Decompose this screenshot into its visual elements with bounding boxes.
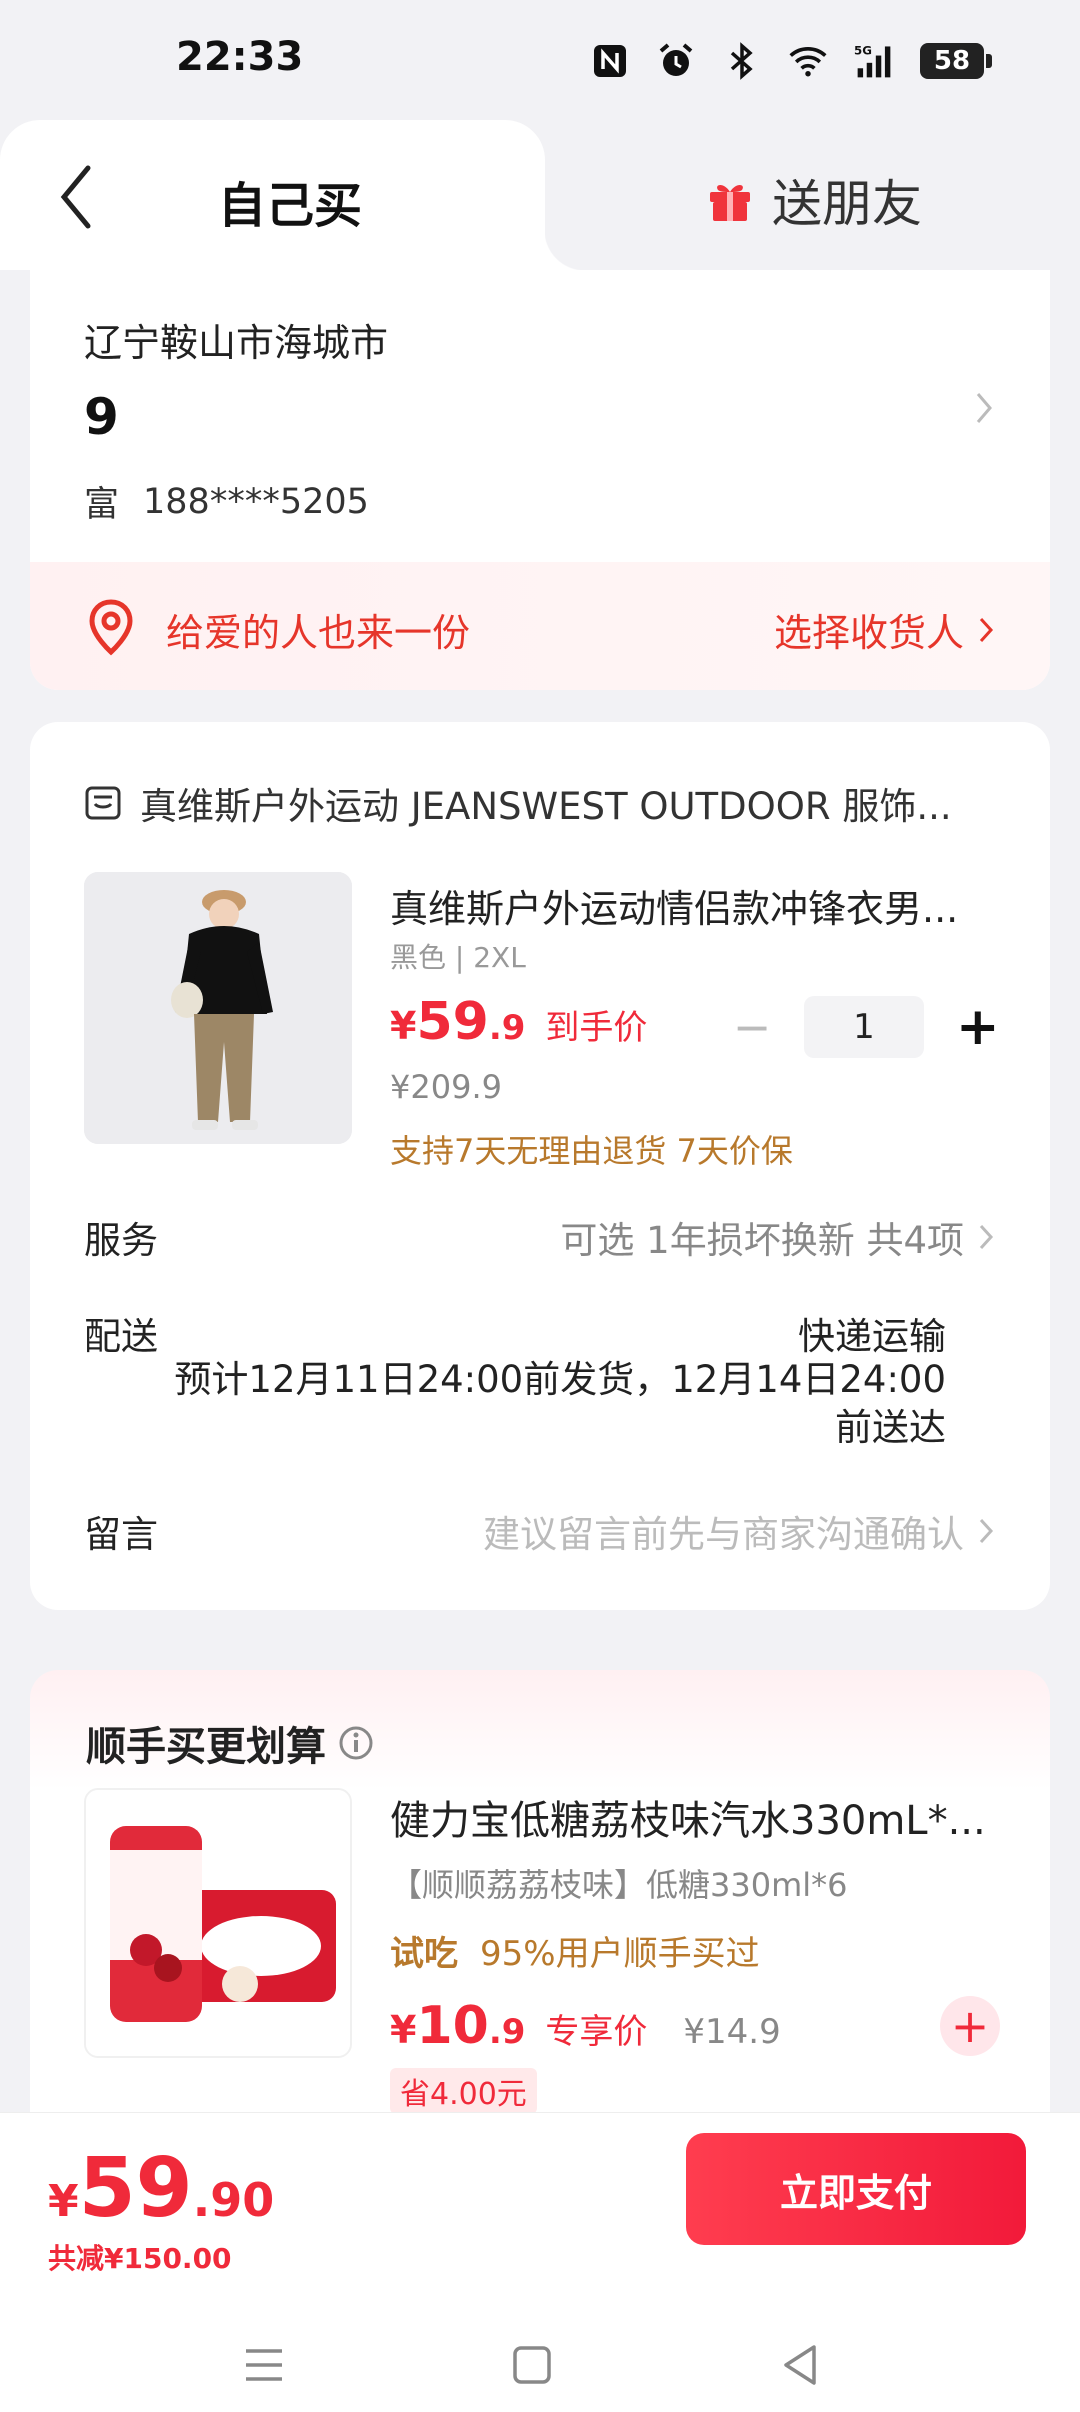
product-title[interactable]: 真维斯户外运动情侣款冲锋衣男... bbox=[390, 878, 958, 933]
order-card: 真维斯户外运动 JEANSWEST OUTDOOR 服饰... 真维斯户外运动情… bbox=[30, 722, 1050, 1610]
status-bar: 22:33 5G 58 bbox=[0, 0, 1080, 120]
home-nav-icon[interactable] bbox=[502, 2335, 562, 2395]
order-content: 辽宁鞍山市海城市 9 富 188****5205 给爱的人也来一份 选择收货人 bbox=[0, 270, 1080, 2150]
total-currency: ¥ bbox=[48, 2176, 79, 2227]
back-nav-icon[interactable] bbox=[770, 2335, 830, 2395]
bundle-product-name[interactable]: 健力宝低糖荔枝味汽水330mL*... bbox=[390, 1788, 986, 1846]
delivery-estimate: 预计12月11日24:00前发货，12月14日24:00前送达 bbox=[174, 1358, 946, 1449]
back-arrow-icon[interactable] bbox=[56, 162, 96, 232]
product-image[interactable] bbox=[84, 872, 352, 1144]
bundle-trial: 试吃 95%用户顺手买过 bbox=[390, 1926, 760, 1975]
service-value: 可选 1年损坏换新 共4项 bbox=[560, 1219, 964, 1262]
shop-name: 真维斯户外运动 JEANSWEST OUTDOOR 服饰... bbox=[140, 785, 952, 828]
contact-phone: 188****5205 bbox=[143, 481, 369, 522]
trial-stat: 95%用户顺手买过 bbox=[480, 1934, 760, 1974]
bundle-title: 顺手买更划算 bbox=[86, 1714, 374, 1772]
nfc-icon bbox=[590, 41, 630, 81]
bundle-price: ¥ 10 .9 专享价 ¥14.9 bbox=[390, 1996, 781, 2056]
tab-self-buy-label: 自己买 bbox=[218, 178, 363, 234]
select-receiver-label: 选择收货人 bbox=[773, 611, 964, 655]
trial-label: 试吃 bbox=[390, 1934, 458, 1974]
bundle-card: 顺手买更划算 健力宝低糖荔枝味汽水330mL*... 【顺顺荔荔枝味】低糖330… bbox=[30, 1670, 1050, 2150]
delivery-type: 快递运输 bbox=[798, 1315, 946, 1358]
alarm-icon bbox=[656, 41, 696, 81]
chevron-right-icon bbox=[979, 1224, 994, 1250]
message-input[interactable]: 建议留言前先与商家沟通确认 bbox=[483, 1504, 994, 1558]
price-integer: 10 bbox=[416, 1996, 489, 2056]
status-icons: 5G 58 bbox=[590, 36, 992, 86]
total-decimal: .90 bbox=[192, 2173, 275, 2227]
svg-text:5G: 5G bbox=[854, 44, 872, 58]
service-selector[interactable]: 可选 1年损坏换新 共4项 bbox=[560, 1210, 994, 1264]
wifi-icon bbox=[788, 41, 828, 81]
price-currency: ¥ bbox=[390, 1004, 417, 1048]
original-price: ¥209.9 bbox=[390, 1068, 502, 1106]
save-badge: 省4.00元 bbox=[390, 2068, 537, 2114]
gift-icon bbox=[710, 185, 750, 221]
select-receiver-link[interactable]: 选择收货人 bbox=[774, 602, 994, 657]
bundle-product-image[interactable] bbox=[84, 1788, 352, 2058]
price-decimal: .9 bbox=[488, 2012, 526, 2052]
increase-button[interactable]: + bbox=[956, 997, 1000, 1057]
system-nav-bar bbox=[0, 2313, 1080, 2412]
tab-self-buy[interactable]: 自己买 bbox=[0, 120, 585, 270]
quantity-value[interactable]: 1 bbox=[804, 996, 924, 1058]
shop-icon bbox=[85, 786, 121, 820]
chevron-right-icon[interactable] bbox=[974, 388, 994, 428]
guarantee-text: 支持7天无理由退货 7天价保 bbox=[390, 1132, 793, 1170]
total-discount: 共减¥150.00 bbox=[48, 2242, 232, 2275]
soda-photo bbox=[86, 1790, 350, 2056]
menu-nav-icon[interactable] bbox=[234, 2335, 294, 2395]
message-placeholder: 建议留言前先与商家沟通确认 bbox=[483, 1513, 964, 1556]
total-price: ¥ 59 .90 bbox=[48, 2141, 274, 2236]
purchase-tabs: 自己买 送朋友 bbox=[0, 120, 1080, 270]
add-bundle-button[interactable]: + bbox=[940, 1996, 1000, 2056]
info-icon[interactable] bbox=[338, 1725, 374, 1761]
address-card[interactable]: 辽宁鞍山市海城市 9 富 188****5205 给爱的人也来一份 选择收货人 bbox=[30, 270, 1050, 690]
product-photo bbox=[84, 872, 352, 1144]
product-spec[interactable]: 黑色 | 2XL bbox=[390, 936, 526, 976]
decrease-button[interactable]: − bbox=[732, 1000, 772, 1054]
shop-header[interactable]: 真维斯户外运动 JEANSWEST OUTDOOR 服饰... bbox=[84, 776, 952, 830]
bluetooth-icon bbox=[722, 41, 762, 81]
price-currency: ¥ bbox=[390, 2008, 417, 2052]
gift-prompt: 给爱的人也来一份 bbox=[166, 611, 471, 655]
price-tag: 专享价 bbox=[545, 2012, 648, 2052]
cell-signal-icon: 5G bbox=[854, 41, 894, 81]
service-label: 服务 bbox=[84, 1219, 158, 1262]
gift-receiver-banner[interactable]: 给爱的人也来一份 选择收货人 bbox=[30, 562, 1050, 690]
address-city: 辽宁鞍山市海城市 bbox=[84, 321, 389, 365]
battery-icon: 58 bbox=[920, 43, 992, 79]
location-pin-icon bbox=[89, 599, 133, 656]
address-contact: 富 188****5205 bbox=[84, 476, 369, 527]
bundle-original-price: ¥14.9 bbox=[683, 2012, 781, 2052]
contact-name: 富 bbox=[84, 485, 120, 525]
price-tag: 到手价 bbox=[545, 1008, 648, 1048]
price-decimal: .9 bbox=[488, 1008, 526, 1048]
status-time: 22:33 bbox=[176, 34, 304, 80]
total-integer: 59 bbox=[78, 2141, 193, 2236]
pay-now-button[interactable]: 立即支付 bbox=[686, 2133, 1026, 2245]
tab-send-friend-label: 送朋友 bbox=[772, 175, 922, 233]
bundle-product-spec: 【顺顺荔荔枝味】低糖330ml*6 bbox=[390, 1866, 848, 1904]
product-price: ¥ 59 .9 到手价 bbox=[390, 992, 647, 1052]
tab-send-friend[interactable]: 送朋友 bbox=[706, 164, 922, 236]
message-label: 留言 bbox=[84, 1513, 158, 1556]
address-detail: 9 bbox=[84, 388, 119, 446]
price-integer: 59 bbox=[416, 992, 489, 1052]
bundle-title-text: 顺手买更划算 bbox=[86, 1724, 326, 1770]
chevron-right-icon bbox=[979, 1518, 994, 1544]
chevron-right-icon bbox=[979, 617, 994, 642]
quantity-stepper: − 1 + bbox=[732, 996, 1000, 1058]
checkout-bar: ¥ 59 .90 共减¥150.00 立即支付 bbox=[0, 2112, 1080, 2412]
delivery-label: 配送 bbox=[84, 1315, 158, 1358]
